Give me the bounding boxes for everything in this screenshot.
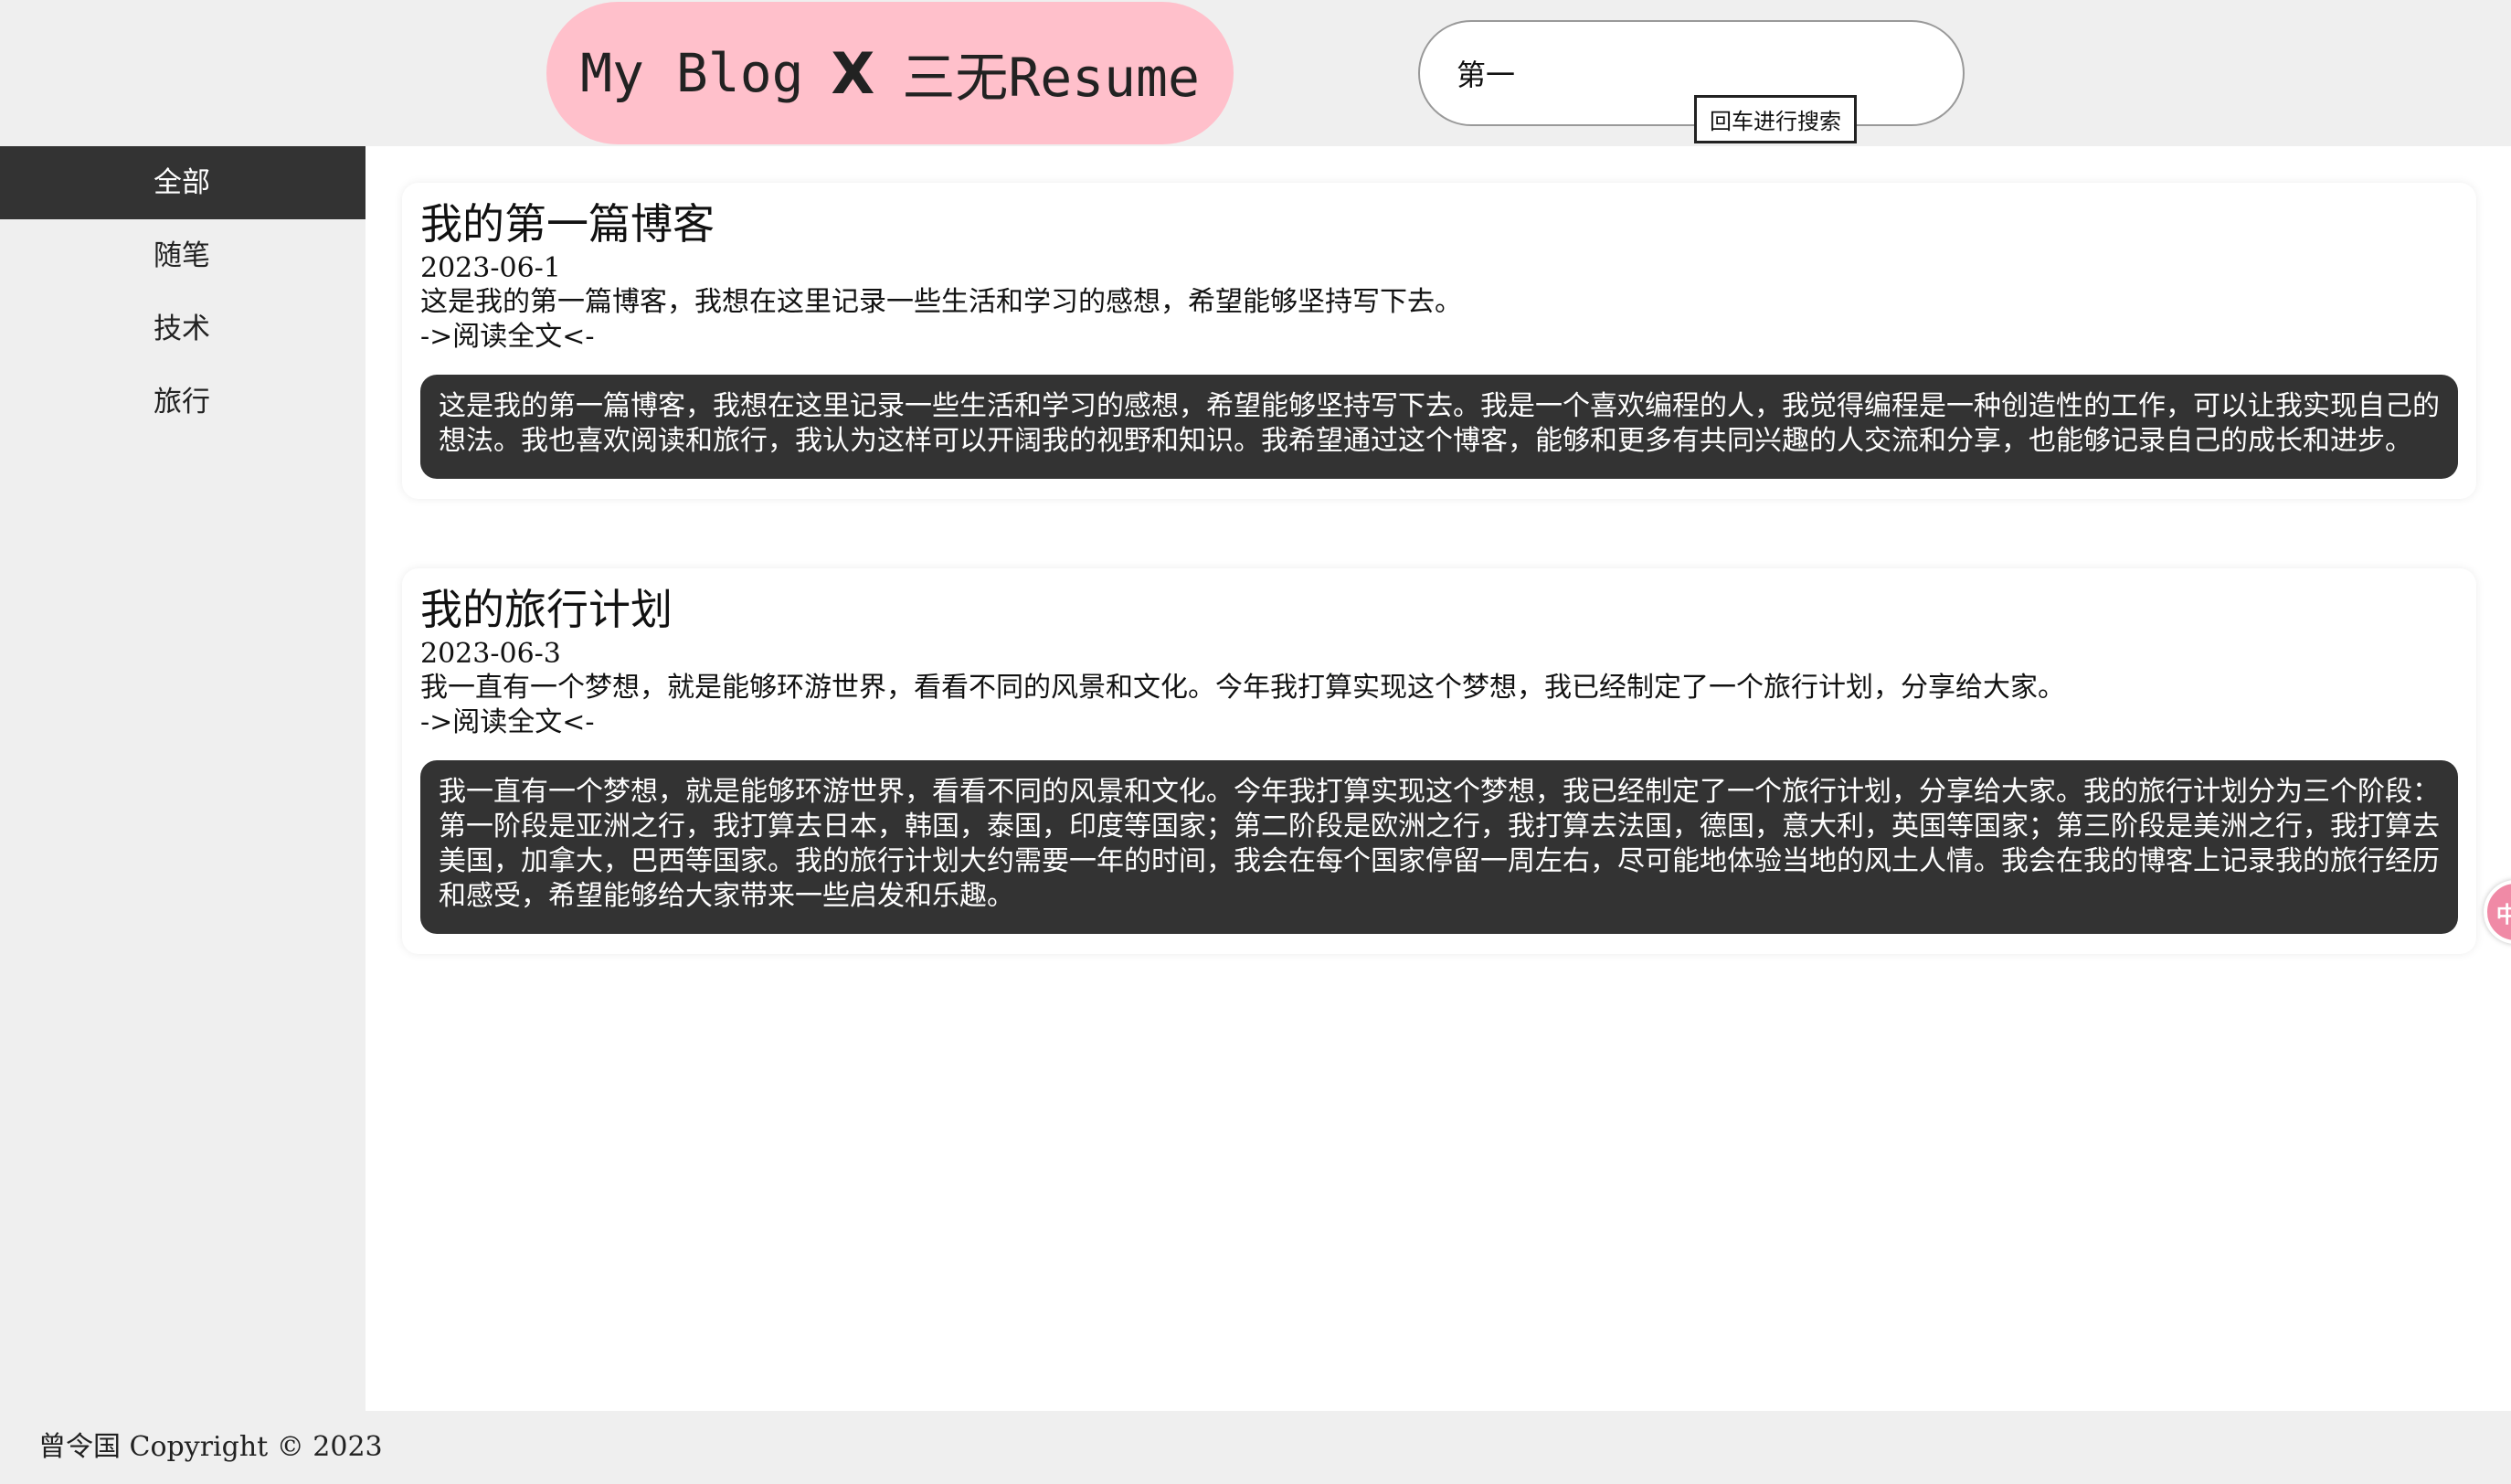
sidebar-item-all[interactable]: 全部 bbox=[0, 146, 366, 219]
sidebar-item-travel[interactable]: 旅行 bbox=[0, 366, 366, 439]
sidebar-item-essays[interactable]: 随笔 bbox=[0, 219, 366, 292]
search-box: 回车进行搜索 bbox=[1418, 20, 1965, 143]
post-full-content: 我一直有一个梦想，就是能够环游世界，看看不同的风景和文化。今年我打算实现这个梦想… bbox=[420, 760, 2458, 934]
post-list: 我的第一篇博客 2023-06-1 这是我的第一篇博客，我想在这里记录一些生活和… bbox=[366, 146, 2511, 1411]
post-date: 2023-06-3 bbox=[420, 638, 561, 670]
read-more-link[interactable]: ->阅读全文<- bbox=[420, 705, 2458, 740]
site-footer: 曾令国 Copyright © 2023 bbox=[0, 1411, 2511, 1484]
post-card: 我的第一篇博客 2023-06-1 这是我的第一篇博客，我想在这里记录一些生活和… bbox=[402, 183, 2476, 499]
category-sidebar: 全部 随笔 技术 旅行 bbox=[0, 146, 366, 1411]
post-title[interactable]: 我的第一篇博客 bbox=[420, 196, 2458, 252]
post-full-content: 这是我的第一篇博客，我想在这里记录一些生活和学习的感想，希望能够坚持写下去。我是… bbox=[420, 375, 2458, 479]
logo-x: X bbox=[831, 39, 875, 107]
site-logo[interactable]: My Blog X 三无Resume bbox=[546, 2, 1234, 144]
search-input[interactable] bbox=[1418, 20, 1965, 126]
post-summary: 这是我的第一篇博客，我想在这里记录一些生活和学习的感想，希望能够坚持写下去。 bbox=[420, 286, 1462, 318]
post-date: 2023-06-1 bbox=[420, 252, 561, 284]
translate-icon-glyph: 中A bbox=[2495, 901, 2511, 928]
post-summary: 我一直有一个梦想，就是能够环游世界，看看不同的风景和文化。今年我打算实现这个梦想… bbox=[420, 672, 2065, 704]
logo-text-right: 三无Resume bbox=[902, 47, 1200, 109]
logo-text-left: My Blog bbox=[580, 42, 804, 104]
post-card: 我的旅行计划 2023-06-3 我一直有一个梦想，就是能够环游世界，看看不同的… bbox=[402, 568, 2476, 954]
read-more-link[interactable]: ->阅读全文<- bbox=[420, 320, 2458, 355]
sidebar-item-tech[interactable]: 技术 bbox=[0, 292, 366, 366]
search-hint-tooltip: 回车进行搜索 bbox=[1694, 95, 1857, 143]
post-title[interactable]: 我的旅行计划 bbox=[420, 581, 2458, 638]
site-header: My Blog X 三无Resume 回车进行搜索 bbox=[0, 0, 2511, 146]
